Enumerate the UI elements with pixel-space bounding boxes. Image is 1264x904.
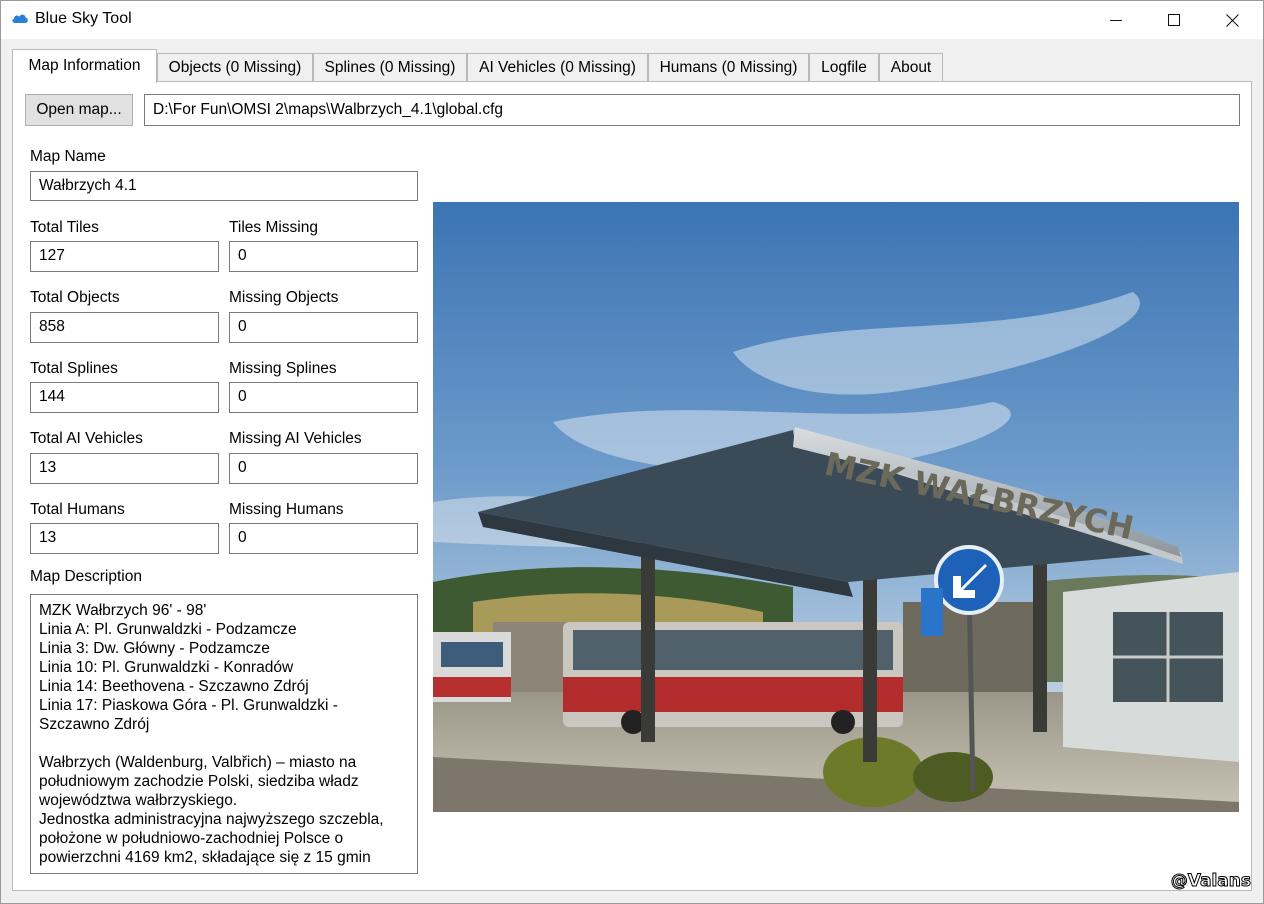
map-description-textarea[interactable]: MZK Wałbrzych 96' - 98' Linia A: Pl. Grun… — [30, 594, 418, 874]
description-line: Linia 3: Dw. Główny - Podzamcze — [39, 640, 270, 657]
minimize-button[interactable] — [1087, 1, 1145, 39]
map-description-label: Map Description — [30, 568, 142, 585]
total-tiles-field[interactable]: 127 — [30, 241, 219, 272]
map-preview-image: MZK WAŁBRZYCH — [433, 202, 1239, 812]
title-bar[interactable]: Blue Sky Tool — [1, 1, 1263, 39]
tab-splines[interactable]: Splines (0 Missing) — [313, 53, 467, 81]
description-line: Wałbrzych (Waldenburg, Valbřich) – miast… — [39, 754, 357, 771]
missing-objects-field[interactable]: 0 — [229, 312, 418, 343]
tab-humans[interactable]: Humans (0 Missing) — [648, 53, 809, 81]
map-information-panel: Open map... D:\For Fun\OMSI 2\maps\Walbr… — [12, 81, 1252, 891]
total-objects-field[interactable]: 858 — [30, 312, 219, 343]
description-line: Jednostka administracyjna najwyższego sz… — [39, 811, 384, 828]
description-line: województwa wałbrzyskiego. — [39, 792, 238, 809]
total-ai-vehicles-label: Total AI Vehicles — [30, 430, 143, 447]
client-area: Map Information Objects (0 Missing) Spli… — [1, 39, 1263, 903]
minimize-icon — [1110, 20, 1122, 21]
missing-objects-label: Missing Objects — [229, 289, 339, 306]
total-splines-field[interactable]: 144 — [30, 382, 219, 413]
map-path-field[interactable]: D:\For Fun\OMSI 2\maps\Walbrzych_4.1\glo… — [144, 94, 1240, 126]
app-window: Blue Sky Tool Map Information Objects (0… — [0, 0, 1264, 904]
description-line: MZK Wałbrzych 96' - 98' — [39, 602, 207, 619]
tab-ai-vehicles[interactable]: AI Vehicles (0 Missing) — [467, 53, 648, 81]
missing-humans-field[interactable]: 0 — [229, 523, 418, 554]
tab-objects[interactable]: Objects (0 Missing) — [157, 53, 313, 81]
tab-logfile[interactable]: Logfile — [809, 53, 879, 81]
description-line: położone w południowo-zachodniej Polsce … — [39, 830, 344, 847]
total-humans-label: Total Humans — [30, 501, 125, 518]
open-map-button[interactable]: Open map... — [25, 94, 133, 126]
tab-map-information[interactable]: Map Information — [12, 49, 157, 83]
close-button[interactable] — [1203, 1, 1261, 39]
bus-station-photo: MZK WAŁBRZYCH — [433, 202, 1239, 812]
description-line: Linia 14: Beethovena - Szczawno Zdrój — [39, 678, 309, 695]
missing-humans-label: Missing Humans — [229, 501, 344, 518]
total-objects-label: Total Objects — [30, 289, 120, 306]
missing-splines-field[interactable]: 0 — [229, 382, 418, 413]
tab-about[interactable]: About — [879, 53, 943, 81]
missing-splines-label: Missing Splines — [229, 360, 337, 377]
cloud-icon — [12, 14, 28, 23]
tiles-missing-field[interactable]: 0 — [229, 241, 418, 272]
total-ai-vehicles-field[interactable]: 13 — [30, 453, 219, 484]
map-name-field[interactable]: Wałbrzych 4.1 — [30, 171, 418, 201]
tiles-missing-label: Tiles Missing — [229, 219, 318, 236]
total-tiles-label: Total Tiles — [30, 219, 99, 236]
total-humans-field[interactable]: 13 — [30, 523, 219, 554]
watermark-text: @Valans — [1170, 871, 1251, 892]
description-line: Linia A: Pl. Grunwaldzki - Podzamcze — [39, 621, 297, 638]
window-title: Blue Sky Tool — [35, 10, 132, 27]
missing-ai-vehicles-field[interactable]: 0 — [229, 453, 418, 484]
description-line: Szczawno Zdrój — [39, 716, 150, 733]
missing-ai-vehicles-label: Missing AI Vehicles — [229, 430, 362, 447]
maximize-button[interactable] — [1145, 1, 1203, 39]
description-line: powierzchni 4169 km2, składające się z 1… — [39, 849, 371, 866]
description-line — [39, 734, 409, 753]
maximize-icon — [1168, 14, 1180, 26]
description-line: Linia 17: Piaskowa Góra - Pl. Grunwaldzk… — [39, 697, 338, 714]
close-icon — [1225, 13, 1239, 27]
description-line: południowym zachodzie Polski, siedziba w… — [39, 773, 359, 790]
description-line: Linia 10: Pl. Grunwaldzki - Konradów — [39, 659, 294, 676]
total-splines-label: Total Splines — [30, 360, 118, 377]
map-name-label: Map Name — [30, 148, 106, 165]
